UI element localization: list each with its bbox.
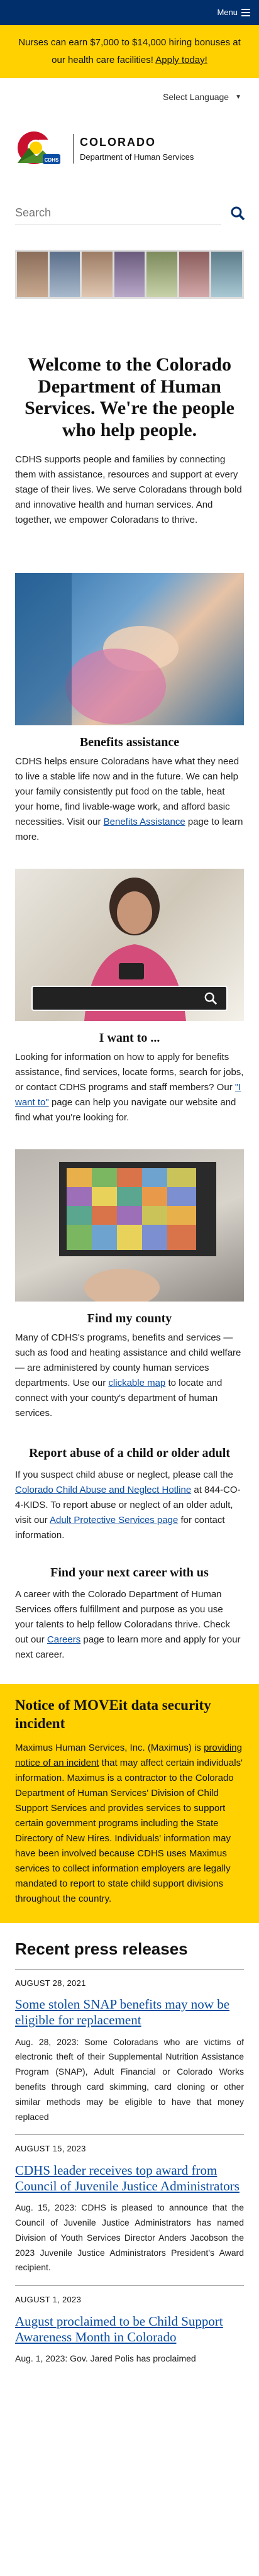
search-icon bbox=[204, 992, 218, 1005]
benefits-photo bbox=[15, 573, 244, 725]
press-releases-heading: Recent press releases bbox=[15, 1939, 188, 1958]
logo-department-name: Department of Human Services bbox=[80, 152, 194, 162]
i-want-to-photo bbox=[15, 869, 244, 1021]
press-release-item: AUGUST 28, 2021 Some stolen SNAP benefit… bbox=[15, 1968, 244, 2125]
press-release-date: AUGUST 1, 2023 bbox=[15, 2295, 82, 2305]
press-release-date: AUGUST 15, 2023 bbox=[15, 2144, 86, 2154]
clickable-map-link[interactable]: clickable map bbox=[108, 1378, 165, 1388]
i-want-to-text: Looking for information on how to apply … bbox=[15, 1052, 244, 1123]
press-release-date: AUGUST 28, 2021 bbox=[15, 1978, 86, 1988]
notice-text: Maximus Human Services, Inc. (Maximus) i… bbox=[15, 1742, 243, 1904]
adult-protective-services-link[interactable]: Adult Protective Services page bbox=[50, 1515, 178, 1525]
press-release-summary: Aug. 28, 2023: Some Coloradans who are v… bbox=[15, 2036, 244, 2122]
career-text: A career with the Colorado Department of… bbox=[15, 1589, 241, 1660]
benefits-heading: Benefits assistance bbox=[79, 735, 180, 749]
welcome-text: CDHS supports people and families by con… bbox=[15, 454, 242, 525]
report-abuse-text: If you suspect child abuse or neglect, p… bbox=[15, 1469, 241, 1541]
search-input[interactable] bbox=[15, 201, 221, 225]
press-release-summary: Aug. 15, 2023: CDHS is pleased to announ… bbox=[15, 2202, 244, 2273]
report-abuse-heading: Report abuse of a child or older adult bbox=[29, 1446, 230, 1460]
logo-state-name: COLORADO bbox=[80, 136, 156, 149]
career-heading: Find your next career with us bbox=[50, 1566, 209, 1580]
press-release-item: AUGUST 1, 2023 August proclaimed to be C… bbox=[15, 2285, 244, 2367]
press-release-item: AUGUST 15, 2023 CDHS leader receives top… bbox=[15, 2134, 244, 2275]
benefits-text: CDHS helps ensure Coloradans have what t… bbox=[15, 756, 243, 842]
colorado-c-logo-icon: CDHS bbox=[15, 129, 65, 169]
notice-heading: Notice of MOVEit data security incident bbox=[15, 1697, 211, 1731]
find-county-heading: Find my county bbox=[87, 1312, 172, 1325]
search-button[interactable] bbox=[226, 202, 249, 225]
search-icon bbox=[231, 206, 245, 221]
benefits-assistance-link[interactable]: Benefits Assistance bbox=[104, 817, 185, 827]
language-label: Select Language bbox=[163, 91, 229, 102]
search-bar bbox=[0, 182, 259, 245]
careers-link[interactable]: Careers bbox=[47, 1634, 80, 1645]
press-release-summary: Aug. 1, 2023: Gov. Jared Polis has procl… bbox=[15, 2353, 196, 2364]
welcome-heading: Welcome to the Colorado Department of Hu… bbox=[25, 354, 234, 440]
moveit-notice: Notice of MOVEit data security incident … bbox=[0, 1684, 259, 1923]
logo-badge: CDHS bbox=[45, 157, 59, 163]
top-navbar: Menu bbox=[0, 0, 259, 25]
site-logo[interactable]: CDHS COLORADO Department of Human Servic… bbox=[0, 116, 259, 182]
hamburger-icon bbox=[241, 7, 250, 18]
county-map-photo bbox=[15, 1149, 244, 1302]
i-want-to-heading: I want to ... bbox=[99, 1031, 160, 1045]
apply-today-link[interactable]: Apply today! bbox=[155, 55, 207, 65]
people-photo-collage bbox=[15, 250, 244, 299]
i-want-to-search-box[interactable] bbox=[31, 986, 228, 1011]
menu-label: Menu bbox=[217, 8, 238, 18]
language-selector[interactable]: Select Language ▼ bbox=[0, 78, 259, 116]
hiring-banner: Nurses can earn $7,000 to $14,000 hiring… bbox=[0, 25, 259, 78]
press-release-title-link[interactable]: Some stolen SNAP benefits may now be eli… bbox=[15, 1997, 244, 2028]
press-release-title-link[interactable]: CDHS leader receives top award from Coun… bbox=[15, 2163, 244, 2194]
menu-button[interactable]: Menu bbox=[217, 6, 250, 19]
chevron-down-icon: ▼ bbox=[235, 93, 241, 101]
find-county-text: Many of CDHS's programs, benefits and se… bbox=[15, 1332, 241, 1419]
child-abuse-hotline-link[interactable]: Colorado Child Abuse and Neglect Hotline bbox=[15, 1485, 191, 1495]
press-release-title-link[interactable]: August proclaimed to be Child Support Aw… bbox=[15, 2314, 244, 2345]
